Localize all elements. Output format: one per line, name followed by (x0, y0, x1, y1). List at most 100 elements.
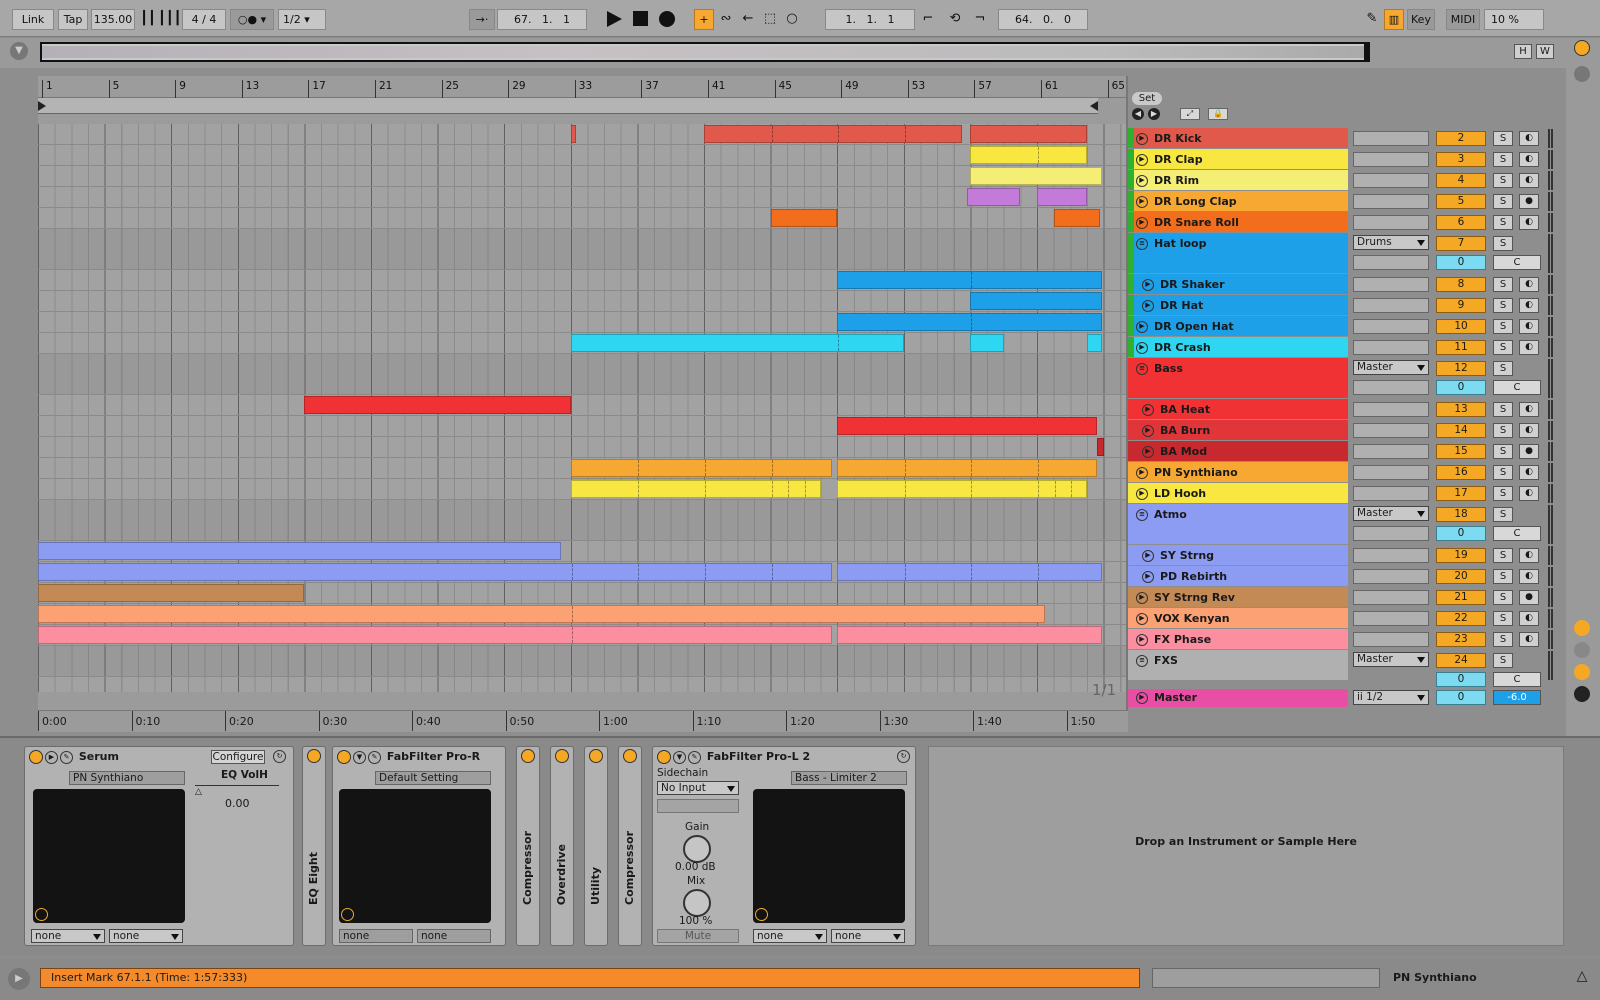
track-activator-icon[interactable]: ▶ (1142, 571, 1154, 583)
device-power-icon[interactable] (29, 750, 43, 764)
device-power-icon[interactable] (555, 749, 569, 763)
output-routing-select[interactable]: Master (1353, 652, 1429, 667)
overdub-icon[interactable]: + (694, 9, 714, 30)
time-ruler[interactable]: 0:00 0:10 0:20 0:30 0:40 0:50 1:00 1:10 1:20 1:30… (38, 710, 1128, 732)
clip[interactable] (967, 188, 1021, 206)
solo-button[interactable]: S (1493, 131, 1513, 146)
arm-button[interactable]: ◐ (1519, 152, 1539, 167)
utility-device[interactable]: Utility (584, 746, 608, 946)
punch-out-icon[interactable]: ¬ (970, 9, 990, 30)
pan-button[interactable]: C (1493, 380, 1541, 395)
key-map-button[interactable]: Key (1407, 9, 1435, 30)
output-routing-select[interactable]: Drums (1353, 235, 1429, 250)
clip[interactable] (570, 125, 576, 143)
track-number-button[interactable]: 6 (1436, 215, 1486, 230)
solo-button[interactable]: S (1493, 194, 1513, 209)
track-number-button[interactable]: 14 (1436, 423, 1486, 438)
track-lane[interactable] (38, 395, 1128, 416)
loop-start-field[interactable]: 1. 1. 1 (825, 9, 915, 30)
solo-button[interactable]: S (1493, 465, 1513, 480)
track-header[interactable]: ≡ FXS (1128, 650, 1348, 680)
clip[interactable] (38, 584, 305, 602)
track-lane[interactable] (38, 437, 1128, 458)
metronome-menu[interactable]: ○● ▾ (230, 9, 274, 30)
mixer-toggle-icon[interactable] (1574, 664, 1590, 680)
track-header[interactable]: ▶ BA Heat (1128, 399, 1348, 419)
next-locator-icon[interactable]: ▶ (1148, 108, 1160, 120)
track-activator-icon[interactable]: ▶ (1136, 488, 1148, 500)
clip[interactable] (570, 334, 904, 352)
quantize-menu[interactable]: 1/2 ▾ (278, 9, 326, 30)
track-activator-icon[interactable]: ▶ (1136, 592, 1148, 604)
track-activator-icon[interactable]: ▶ (1136, 217, 1148, 229)
back-to-arrangement-icon[interactable]: ← (738, 9, 758, 30)
track-header[interactable]: ▶ PD Rebirth (1128, 566, 1348, 586)
solo-button[interactable]: S (1493, 319, 1513, 334)
tempo-field[interactable]: 135.00 (91, 9, 135, 30)
clip[interactable] (837, 271, 1102, 289)
play-icon[interactable] (607, 11, 622, 27)
solo-button[interactable]: S (1493, 423, 1513, 438)
time-signature-field[interactable]: 4 / 4 (182, 9, 226, 30)
track-number-button[interactable]: 2 (1436, 131, 1486, 146)
arm-button[interactable]: ◐ (1519, 340, 1539, 355)
track-activator-icon[interactable]: ▶ (1136, 175, 1148, 187)
configure-button[interactable]: Configure (211, 750, 265, 764)
arm-button[interactable]: ◐ (1519, 611, 1539, 626)
arm-button[interactable]: ● (1519, 444, 1539, 459)
beat-ruler[interactable]: 1 5 9 13 17 21 25 29 33 37 41 45 49 53 57 61 65 (38, 76, 1128, 98)
solo-button[interactable]: S (1493, 277, 1513, 292)
preset-name[interactable]: Bass - Limiter 2 (791, 771, 907, 785)
input-routing-select[interactable] (1353, 444, 1429, 459)
arm-button[interactable]: ◐ (1519, 131, 1539, 146)
track-number-button[interactable]: 11 (1436, 340, 1486, 355)
mix-knob[interactable] (683, 889, 711, 917)
set-button[interactable]: Set (1132, 92, 1162, 105)
clip[interactable] (970, 292, 1102, 310)
solo-button[interactable]: S (1493, 569, 1513, 584)
device-power-icon[interactable] (623, 749, 637, 763)
track-number-button[interactable]: 24 (1436, 653, 1486, 668)
send-value[interactable]: 0 (1436, 255, 1486, 270)
input-select-2[interactable]: none (417, 929, 491, 943)
track-lane[interactable] (38, 166, 1128, 187)
eq-eight-device[interactable]: EQ Eight (302, 746, 326, 946)
clip[interactable] (1053, 209, 1101, 227)
track-header[interactable]: ▶ FX Phase (1128, 629, 1348, 649)
track-header[interactable]: ▶ DR Hat (1128, 295, 1348, 315)
compressor-device-2[interactable]: Compressor (618, 746, 642, 946)
track-header[interactable]: ▶ BA Burn (1128, 420, 1348, 440)
arm-button[interactable]: ◐ (1519, 298, 1539, 313)
track-number-button[interactable]: 8 (1436, 277, 1486, 292)
track-activator-icon[interactable]: ▶ (1136, 613, 1148, 625)
pan-button[interactable]: C (1493, 672, 1541, 687)
solo-button[interactable]: S (1493, 611, 1513, 626)
track-number-button[interactable]: 3 (1436, 152, 1486, 167)
track-header[interactable]: ▶ DR Crash (1128, 337, 1348, 357)
track-header[interactable]: ≡ Hat loop (1128, 233, 1348, 273)
input-routing-select[interactable] (1353, 569, 1429, 584)
track-header[interactable]: ≡ Bass (1128, 358, 1348, 398)
loop-end-marker[interactable] (1090, 101, 1098, 111)
send-value[interactable]: 0 (1436, 672, 1486, 687)
track-activator-icon[interactable]: ▶ (1142, 446, 1154, 458)
info-toggle-icon[interactable]: ▶ (8, 968, 30, 990)
track-header[interactable]: ▶ BA Mod (1128, 441, 1348, 461)
track-activator-icon[interactable]: ▶ (1142, 300, 1154, 312)
clip[interactable] (970, 125, 1087, 143)
record-icon[interactable] (659, 11, 675, 27)
input-routing-select[interactable] (1353, 632, 1429, 647)
track-activator-icon[interactable]: ▶ (1142, 550, 1154, 562)
clip[interactable] (770, 209, 838, 227)
zoom-width-button[interactable]: W (1536, 44, 1554, 59)
solo-button[interactable]: S (1493, 590, 1513, 605)
track-header[interactable]: ▶ DR Clap (1128, 149, 1348, 169)
nudge-down-icon[interactable]: ┃┃ (138, 9, 158, 30)
input-select-1[interactable]: none (31, 929, 105, 943)
loop-length-field[interactable]: 64. 0. 0 (998, 9, 1088, 30)
input-routing-select[interactable] (1353, 465, 1429, 480)
solo-button[interactable]: S (1493, 653, 1513, 668)
group-fold-icon[interactable]: ≡ (1136, 509, 1148, 521)
macro-knob-icon[interactable] (755, 908, 768, 921)
arm-button[interactable]: ◐ (1519, 277, 1539, 292)
